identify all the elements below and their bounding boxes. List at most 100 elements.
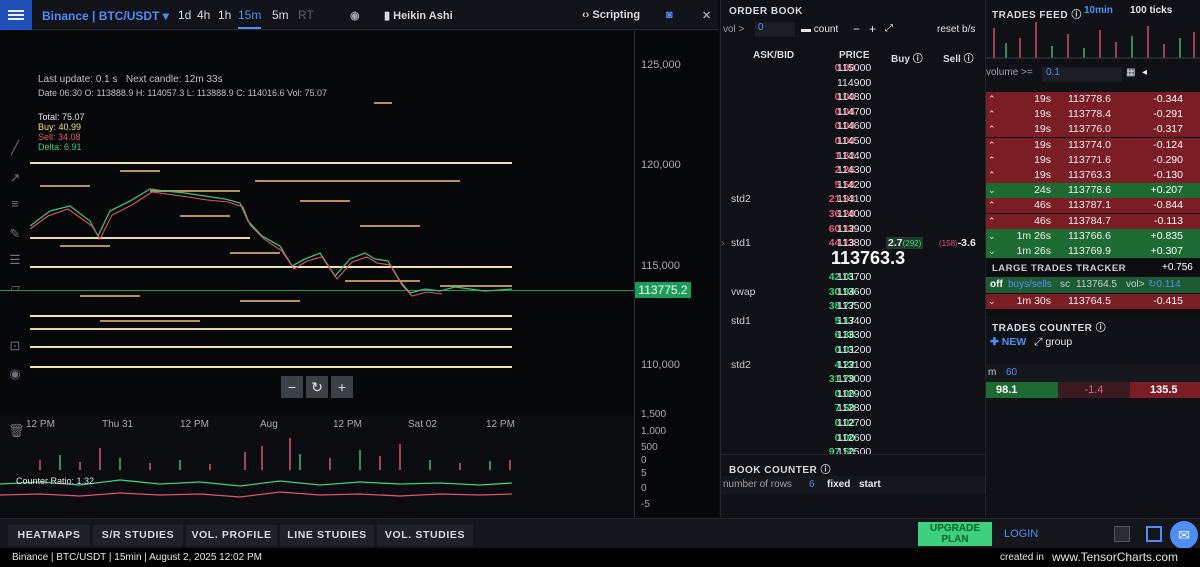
brush-icon[interactable]: ✎ xyxy=(8,227,22,241)
info-icon[interactable]: ⓘ xyxy=(1096,323,1107,334)
tab-vol-studies[interactable]: VOL. STUDIES xyxy=(377,525,473,546)
tracker-off-toggle[interactable]: off xyxy=(990,279,1003,290)
bid-row[interactable]: vwap 30.94 113600 xyxy=(721,286,985,301)
tf-4h[interactable]: 4h xyxy=(197,8,210,22)
minutes-input[interactable]: 60 xyxy=(1006,367,1017,378)
reset-bs-button[interactable]: reset b/s xyxy=(937,24,975,35)
zoom-in-button[interactable]: + xyxy=(331,376,353,398)
tf-rt[interactable]: RT xyxy=(298,8,314,22)
trade-size: +0.835 xyxy=(1150,229,1183,242)
range-10min[interactable]: 10min xyxy=(1084,5,1113,16)
hlines-icon[interactable]: ≡ xyxy=(8,197,22,211)
trade-age: 24s xyxy=(1034,184,1051,197)
rows-input[interactable]: 6 xyxy=(809,479,815,490)
rows-plus-button[interactable]: + xyxy=(869,22,876,36)
bid-row[interactable]: 31.79 113000 xyxy=(721,373,985,388)
layout-toggle[interactable] xyxy=(1146,526,1162,542)
tab-vol-profile[interactable]: VOL. PROFILE xyxy=(186,525,277,546)
trade-age: 46s xyxy=(1034,199,1051,212)
arrow-up-icon: ⌃ xyxy=(988,200,996,211)
tf-15m[interactable]: 15m xyxy=(238,8,262,29)
chat-icon[interactable]: ✉ xyxy=(1170,521,1198,549)
volume-filter-input[interactable]: 0.1 xyxy=(1042,67,1122,82)
ask-row[interactable]: 5.58 114200 xyxy=(721,179,985,194)
vol-threshold-input[interactable]: ↻0.114 xyxy=(1148,279,1181,290)
vol-filter-input[interactable]: 0 xyxy=(755,22,795,37)
bid-row[interactable]: 0.00 112900 xyxy=(721,388,985,403)
tf-5m[interactable]: 5m xyxy=(272,8,289,22)
collapse-left-icon[interactable]: ◂ xyxy=(1142,67,1147,78)
expand-arrow-icon[interactable]: › xyxy=(721,237,725,249)
tab-heatmaps[interactable]: HEATMAPS xyxy=(8,525,90,546)
theme-toggle[interactable] xyxy=(1114,526,1130,542)
eye-icon[interactable]: ◉ xyxy=(350,9,360,22)
ask-row[interactable]: 114900 xyxy=(721,77,985,92)
trade-row: ⌃ 19s 113778.6 -0.344 xyxy=(986,92,1200,107)
bid-row[interactable]: 0.01 113200 xyxy=(721,344,985,359)
bid-row[interactable]: 6.36 113300 xyxy=(721,329,985,344)
new-counter-button[interactable]: ✚ NEW xyxy=(990,336,1026,348)
ask-row[interactable]: 2.26 114300 xyxy=(721,164,985,179)
upgrade-plan-button[interactable]: UPGRADE PLAN xyxy=(918,522,992,546)
bid-row[interactable]: std1 5.17 113400 xyxy=(721,315,985,330)
scripting-button[interactable]: ‹› Scripting xyxy=(582,9,640,21)
delta-readout: Delta: 6.91 xyxy=(38,142,82,152)
zoom-out-button[interactable]: − xyxy=(281,376,303,398)
bid-row[interactable]: 0.00 112600 xyxy=(721,432,985,447)
calculator-icon[interactable]: ▦ xyxy=(1126,67,1135,78)
ask-row[interactable]: 1.82 114400 xyxy=(721,150,985,165)
tf-1h[interactable]: 1h xyxy=(218,8,231,22)
rows-minus-button[interactable]: − xyxy=(853,22,860,36)
login-link[interactable]: LOGIN xyxy=(1004,528,1038,540)
ask-row[interactable]: 0.00 114500 xyxy=(721,135,985,150)
trend-line-icon[interactable]: ╱ xyxy=(8,141,22,155)
fixed-toggle[interactable]: fixed xyxy=(827,479,850,490)
buys-sells-filter[interactable]: buys/sells xyxy=(1008,279,1052,290)
price-level: 113500 xyxy=(837,300,872,313)
tab-sr-studies[interactable]: S/R STUDIES xyxy=(93,525,183,546)
zoom-reset-button[interactable]: ↻ xyxy=(306,376,328,398)
arrow-down-icon: ⌄ xyxy=(988,296,996,306)
range-100ticks[interactable]: 100 ticks xyxy=(1130,5,1172,16)
trade-price: 113778.4 xyxy=(1068,108,1112,121)
close-icon[interactable]: ✕ xyxy=(702,9,711,22)
x-tick: Thu 31 xyxy=(102,419,134,430)
trades-counter-title: TRADES COUNTER ⓘ xyxy=(992,323,1107,334)
trade-size: -0.344 xyxy=(1153,93,1183,105)
bid-row[interactable]: 7.59 112800 xyxy=(721,402,985,417)
bid-row[interactable]: std2 4.22 113100 xyxy=(721,359,985,374)
menu-icon[interactable] xyxy=(0,0,32,30)
price-level: 114100 xyxy=(837,193,872,206)
trade-age: 19s xyxy=(1034,93,1051,105)
bid-row[interactable]: 38.77 113500 xyxy=(721,300,985,315)
price-chart[interactable]: Last update: 0.1 s Next candle: 12m 33s … xyxy=(0,31,634,438)
expand-icon: ⤢ xyxy=(1034,336,1043,348)
brand-link[interactable]: www.TensorCharts.com xyxy=(1052,548,1178,567)
ask-row[interactable]: 0.04 114700 xyxy=(721,106,985,121)
ask-row[interactable]: 0.00 114800 xyxy=(721,91,985,106)
ray-icon[interactable]: ↗ xyxy=(8,171,22,185)
camera-icon[interactable]: ◙ xyxy=(666,9,673,21)
lock-icon[interactable]: ⊡ xyxy=(8,339,22,353)
ruler-icon[interactable]: ▱ xyxy=(8,281,22,295)
time-axis[interactable]: 12 PM Thu 31 12 PM Aug 12 PM Sat 02 12 P… xyxy=(0,416,634,430)
ask-row[interactable]: 0.00 115000 xyxy=(721,62,985,77)
price-axis[interactable]: 125,000 120,000 115,000 110,000 113775.2… xyxy=(634,31,718,517)
start-button[interactable]: start xyxy=(859,479,881,490)
tf-1d[interactable]: 1d xyxy=(178,8,191,22)
info-icon[interactable]: ⓘ xyxy=(821,465,832,476)
symbol-selector[interactable]: Binance | BTC/USDT ▾ xyxy=(42,9,169,23)
group-button[interactable]: ⤢ group xyxy=(1034,336,1072,349)
count-toggle[interactable]: ▬ count xyxy=(801,24,838,35)
bid-row[interactable]: 42.01 113700 xyxy=(721,271,985,286)
ask-row[interactable]: std2 21.93 114100 xyxy=(721,193,985,208)
ask-row[interactable]: 60.12 113900 xyxy=(721,223,985,238)
ask-row[interactable]: 36.28 114000 xyxy=(721,208,985,223)
bid-row[interactable]: 0.02 112700 xyxy=(721,417,985,432)
ask-row[interactable]: 0.04 114600 xyxy=(721,120,985,135)
expand-icon[interactable]: ⤢ xyxy=(885,23,893,34)
visibility-icon[interactable]: ◉ xyxy=(8,367,22,381)
fib-icon[interactable]: ☰ xyxy=(8,253,22,267)
tab-line-studies[interactable]: LINE STUDIES xyxy=(280,525,374,546)
heikin-ashi-button[interactable]: ▮ Heikin Ashi xyxy=(384,9,453,22)
